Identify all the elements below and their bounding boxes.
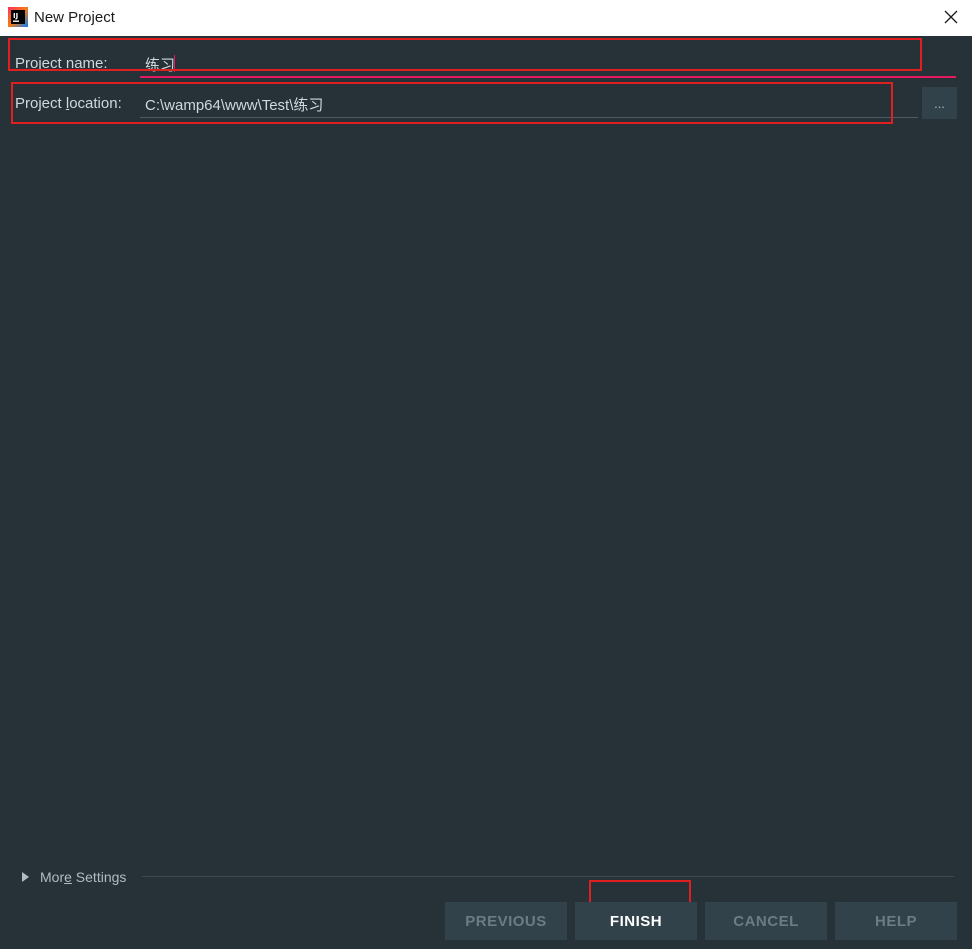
- project-location-label: Project location:: [15, 95, 122, 112]
- more-settings-divider: [142, 876, 954, 877]
- project-name-input[interactable]: [140, 52, 956, 78]
- text-caret: [174, 55, 175, 72]
- close-button[interactable]: [936, 3, 966, 31]
- ellipsis-icon: ...: [934, 95, 945, 111]
- project-location-input[interactable]: [140, 92, 918, 118]
- close-icon: [944, 10, 958, 24]
- help-button[interactable]: HELP: [835, 902, 957, 940]
- previous-button[interactable]: PREVIOUS: [445, 902, 567, 940]
- project-name-label: Project name:: [15, 55, 108, 72]
- browse-location-button[interactable]: ...: [922, 87, 957, 119]
- expand-triangle-icon: [22, 872, 29, 882]
- window-title: New Project: [34, 9, 115, 26]
- finish-button[interactable]: FINISH: [575, 902, 697, 940]
- intellij-app-icon: IJ: [8, 7, 28, 27]
- more-settings-toggle[interactable]: More Settings: [18, 867, 126, 887]
- more-settings-label: More Settings: [40, 869, 127, 885]
- cancel-button[interactable]: CANCEL: [705, 902, 827, 940]
- svg-text:IJ: IJ: [13, 12, 18, 20]
- title-bar: IJ New Project: [0, 0, 972, 36]
